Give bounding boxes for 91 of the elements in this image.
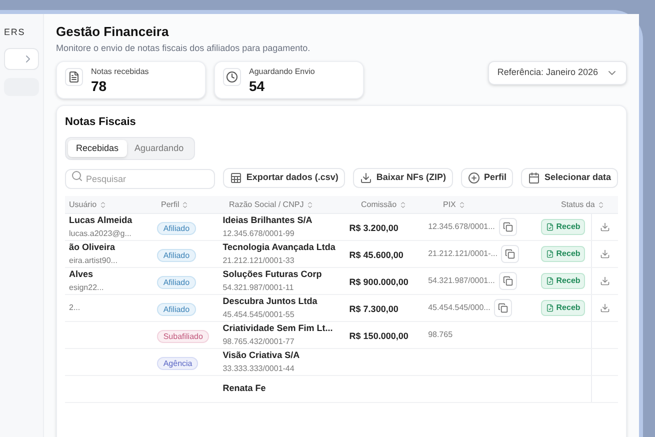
download-icon[interactable]	[600, 276, 610, 286]
copy-icon	[505, 249, 516, 259]
copy-button[interactable]	[501, 245, 520, 263]
action-button[interactable]: Perfil	[460, 168, 514, 188]
sort-icon[interactable]	[458, 200, 466, 208]
company-name: Ideias Brilhantes S/A	[222, 214, 314, 228]
user-email: lucas.a2023@g...	[69, 228, 132, 240]
status-tag: Receb	[541, 273, 586, 289]
commission-value: R$ 900.000,00	[349, 277, 408, 287]
company-name: Soluções Futuras Corp	[222, 268, 323, 282]
column-header: Usuário	[69, 198, 97, 210]
profile-tag: Subafiliado	[157, 330, 209, 343]
copy-button[interactable]	[498, 272, 517, 290]
document-check-icon	[546, 304, 554, 312]
table-icon	[230, 172, 242, 184]
search-icon	[71, 170, 83, 182]
download-icon[interactable]	[600, 222, 610, 232]
action-button[interactable]: Baixar NFs (ZIP)	[353, 168, 453, 188]
tab[interactable]: Aguardando	[126, 140, 192, 157]
logo-text: ERS	[4, 26, 26, 39]
user-name: Lucas Almeida	[69, 214, 134, 228]
profile-tag: Afiliado	[157, 249, 196, 262]
stat-label: Notas recebidas	[91, 66, 149, 78]
page-subtitle: Monitore o envio de notas fiscais dos afiliados para pagamento.	[56, 42, 312, 55]
profile-tag: Afiliado	[157, 303, 196, 316]
document-check-icon	[546, 223, 554, 231]
copy-icon	[502, 222, 513, 232]
copy-icon	[498, 303, 508, 313]
column-header: Status da	[561, 198, 595, 210]
company-name: Criatividade Sem Fim Lt...	[222, 322, 334, 336]
sort-icon[interactable]	[596, 200, 605, 208]
calendar-icon	[528, 172, 540, 184]
copy-button[interactable]	[498, 218, 517, 236]
status-tag: Receb	[541, 300, 586, 316]
commission-value: R$ 45.600,00	[349, 250, 404, 260]
company-cnpj: 45.454.545/0001-55	[222, 308, 296, 321]
clock-icon	[223, 68, 241, 86]
column-header: PIX	[443, 198, 456, 210]
tab[interactable]: Recebidas	[68, 140, 127, 157]
company-name: Visão Criativa S/A	[222, 349, 301, 362]
commission-value: R$ 3.200,00	[349, 223, 398, 233]
reference-dropdown[interactable]: Referência: Janeiro 2026	[488, 61, 627, 84]
document-icon	[65, 68, 83, 86]
stat-value: 54	[249, 78, 266, 94]
pix-key: 45.454.545/000...	[428, 302, 490, 314]
profile-tag: Agência	[157, 357, 198, 370]
stat-value: 78	[91, 78, 108, 94]
company-cnpj: 54.321.987/0001-11	[222, 282, 295, 294]
user-email: 2...	[69, 302, 82, 314]
company-name: Tecnologia Avançada Ltda	[222, 241, 336, 254]
company-cnpj: 98.765.432/0001-77	[222, 336, 296, 348]
document-check-icon	[546, 250, 554, 258]
action-button[interactable]: Exportar dados (.csv)	[223, 168, 346, 188]
sort-icon[interactable]	[181, 200, 190, 208]
sort-icon[interactable]	[98, 200, 107, 208]
download-icon[interactable]	[600, 249, 610, 259]
profile-tag: Afiliado	[157, 276, 196, 289]
action-button[interactable]: Selecionar data	[521, 168, 618, 188]
copy-button[interactable]	[494, 299, 512, 317]
sort-icon[interactable]	[306, 200, 314, 208]
sort-icon[interactable]	[398, 200, 407, 208]
download-icon	[360, 172, 372, 184]
page-title: Gestão Financeira	[56, 23, 170, 41]
search-field[interactable]: Pesquisar	[65, 169, 216, 189]
pix-key: 54.321.987/0001...	[428, 275, 495, 287]
pix-key: 21.212.121/0001-...	[428, 248, 498, 260]
pix-key: 12.345.678/0001...	[428, 221, 495, 233]
commission-value: R$ 150.000,00	[349, 331, 408, 341]
status-tag: Receb	[541, 219, 586, 235]
column-header: Razão Social / CNPJ	[229, 198, 304, 210]
pix-key: 98.765	[428, 329, 453, 341]
commission-value: R$ 7.300,00	[349, 304, 398, 314]
user-name: Alves	[69, 268, 94, 282]
company-cnpj: 33.333.333/0001-44	[222, 362, 296, 375]
plus-icon	[468, 172, 480, 184]
company-name: Renata Fe	[222, 382, 267, 396]
document-check-icon	[546, 277, 554, 285]
user-name: ão Oliveira	[69, 241, 116, 254]
status-tag: Receb	[541, 246, 586, 262]
stat-label: Aguardando Envio	[249, 66, 315, 78]
download-icon[interactable]	[600, 303, 610, 313]
company-cnpj: 21.212.121/0001-33	[222, 254, 296, 267]
user-email: eira.artist90...	[69, 254, 118, 267]
column-header: Comissão	[361, 198, 397, 210]
copy-icon	[502, 276, 513, 286]
user-email: esign22...	[69, 282, 105, 294]
profile-tag: Afiliado	[157, 222, 196, 235]
company-name: Descubra Juntos Ltda	[222, 295, 318, 308]
column-header: Perfil	[161, 198, 180, 210]
company-cnpj: 12.345.678/0001-99	[222, 228, 296, 240]
section-title: Notas Fiscais	[65, 115, 137, 130]
